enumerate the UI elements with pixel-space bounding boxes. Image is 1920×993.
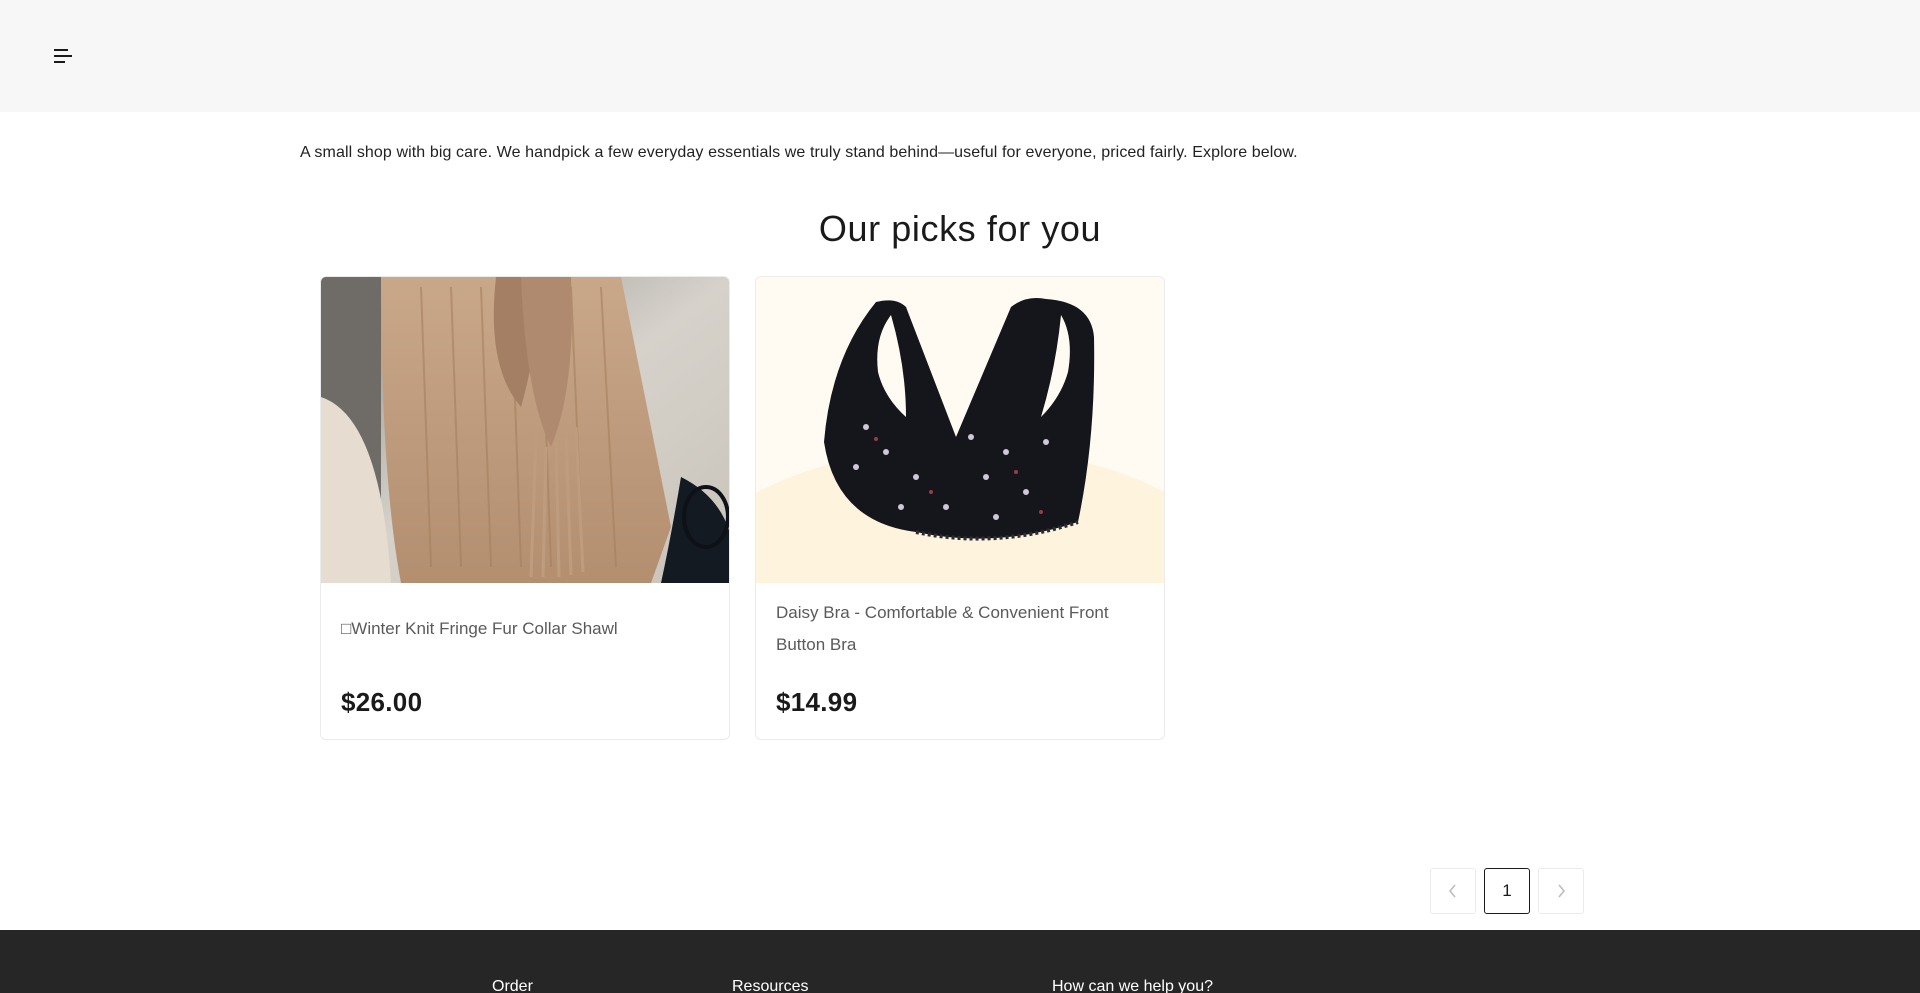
chevron-right-icon (1558, 884, 1566, 898)
section-title: Our picks for you (818, 208, 1102, 249)
footer-heading-resources[interactable]: Resources (732, 978, 808, 993)
product-info: □Winter Knit Fringe Fur Collar Shawl $26… (321, 583, 729, 739)
pagination-next-button[interactable] (1538, 868, 1584, 914)
pagination-page-1[interactable]: 1 (1484, 868, 1530, 914)
site-footer: Order Resources How can we help you? (0, 930, 1920, 993)
site-header (0, 0, 1920, 112)
footer-heading-order[interactable]: Order (492, 978, 533, 993)
product-image-shawl[interactable] (321, 277, 729, 583)
product-image-bra[interactable] (756, 277, 1164, 583)
shop-intro-text: A small shop with big care. We handpick … (300, 144, 1298, 161)
product-price: $26.00 (341, 687, 423, 717)
product-price: $14.99 (776, 687, 858, 717)
product-title[interactable]: □Winter Knit Fringe Fur Collar Shawl (341, 613, 709, 645)
product-info: Daisy Bra - Comfortable & Convenient Fro… (756, 583, 1164, 739)
pagination-prev-button[interactable] (1430, 868, 1476, 914)
product-card[interactable]: Daisy Bra - Comfortable & Convenient Fro… (755, 276, 1165, 740)
chevron-left-icon (1448, 884, 1456, 898)
product-card[interactable]: □Winter Knit Fringe Fur Collar Shawl $26… (320, 276, 730, 740)
hamburger-menu-icon[interactable] (50, 44, 74, 68)
footer-heading-help[interactable]: How can we help you? (1052, 978, 1213, 993)
product-title[interactable]: Daisy Bra - Comfortable & Convenient Fro… (776, 597, 1144, 661)
